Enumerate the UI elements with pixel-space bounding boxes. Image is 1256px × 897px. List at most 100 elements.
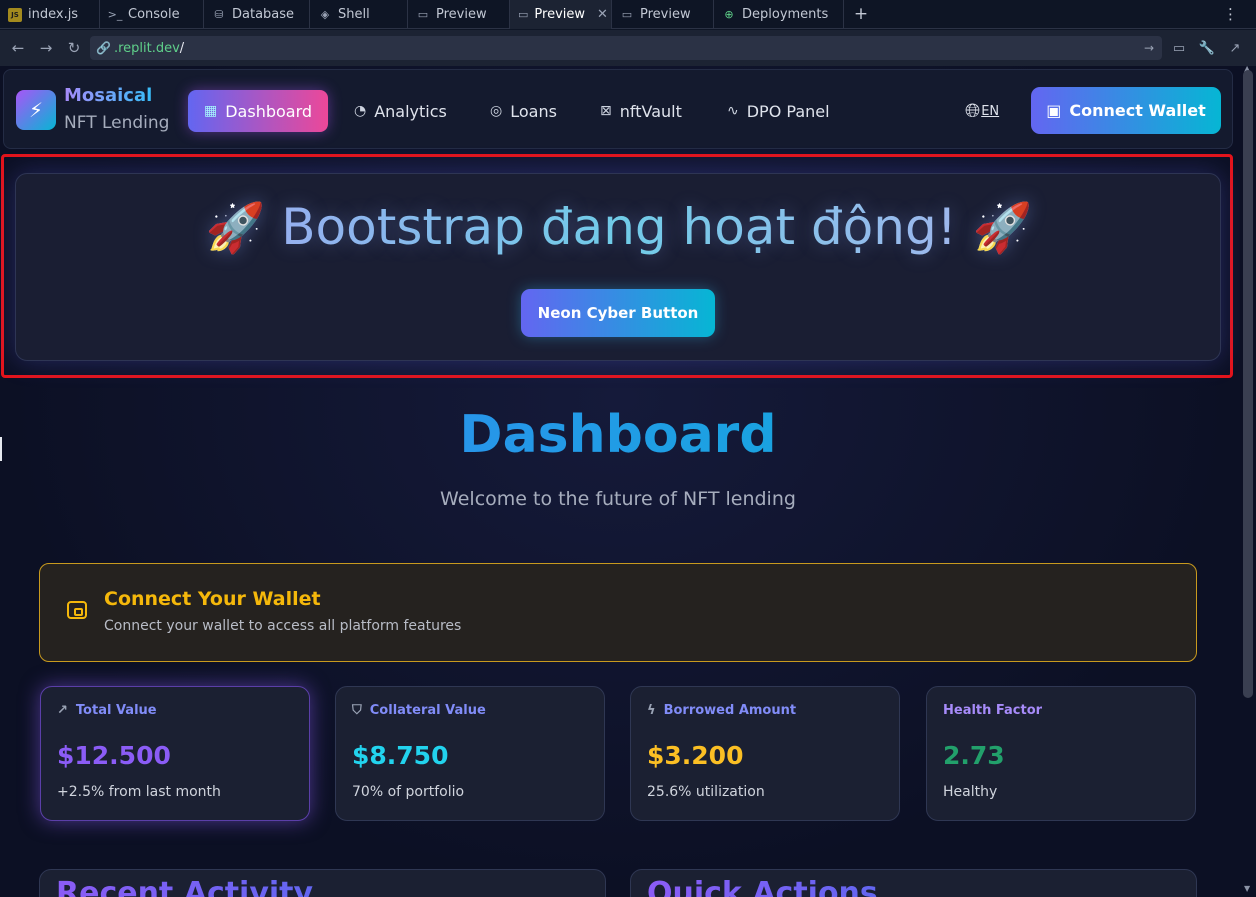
stat-note: 70% of portfolio bbox=[352, 784, 465, 800]
tab-label: index.js bbox=[28, 7, 79, 22]
tab-console[interactable]: >_ Console bbox=[100, 0, 204, 29]
back-arrow-icon[interactable]: ← bbox=[4, 34, 32, 62]
nav-dashboard-label: Dashboard bbox=[225, 101, 313, 121]
stat-note: +2.5% from last month bbox=[57, 784, 221, 800]
nav-nftvault[interactable]: ⊠ nftVault bbox=[600, 90, 682, 132]
lightning-icon: ϟ bbox=[647, 703, 656, 718]
hero-title-text: Bootstrap đang hoạt động! bbox=[281, 198, 957, 256]
tab-index-js[interactable]: JS index.js bbox=[0, 0, 100, 29]
monitor-icon: ▭ bbox=[518, 8, 529, 21]
quick-actions-panel: Quick Actions bbox=[630, 869, 1197, 897]
more-options-icon[interactable]: ⋮ bbox=[1223, 5, 1238, 23]
rocket-icon: 🚀 bbox=[205, 200, 266, 256]
vertical-scrollbar[interactable]: ▲ ▼ bbox=[1240, 64, 1256, 897]
pie-chart-icon: ◔ bbox=[354, 103, 367, 119]
shield-icon: ⛉ bbox=[352, 703, 362, 718]
add-tab-button[interactable]: + bbox=[844, 0, 878, 28]
stat-label: Collateral Value bbox=[369, 703, 486, 718]
panel-title: Quick Actions bbox=[647, 876, 878, 897]
stat-label: Health Factor bbox=[943, 703, 1043, 718]
forward-arrow-icon[interactable]: → bbox=[32, 34, 60, 62]
stat-label: Total Value bbox=[75, 703, 157, 718]
tab-database[interactable]: ⛁ Database bbox=[204, 0, 310, 29]
activity-icon: ∿ bbox=[727, 103, 739, 119]
stat-value: $12.500 bbox=[57, 741, 171, 770]
tab-label: Preview bbox=[436, 7, 487, 22]
wallet-icon: ▣ bbox=[1046, 101, 1062, 120]
notice-text: Connect your wallet to access all platfo… bbox=[104, 618, 462, 634]
vault-icon: ⊠ bbox=[600, 103, 612, 119]
neon-cyber-button[interactable]: Neon Cyber Button bbox=[521, 289, 715, 337]
page-title: Dashboard bbox=[0, 405, 1236, 465]
stat-label: Borrowed Amount bbox=[663, 703, 797, 718]
nav-nftvault-label: nftVault bbox=[619, 101, 682, 121]
shell-icon: ◈ bbox=[320, 8, 330, 21]
stat-card-header: ↗ Total Value bbox=[57, 703, 157, 718]
url-input[interactable]: 🔗 .replit.dev / → bbox=[90, 36, 1162, 60]
coins-icon: ◎ bbox=[490, 103, 503, 119]
trending-up-icon: ↗ bbox=[57, 703, 68, 718]
stat-value: $8.750 bbox=[352, 741, 449, 770]
terminal-icon: >_ bbox=[107, 8, 123, 21]
scroll-down-icon[interactable]: ▼ bbox=[1244, 884, 1250, 893]
deploy-icon: ⊕ bbox=[724, 8, 734, 21]
rocket-icon: 🚀 bbox=[972, 200, 1033, 256]
stat-card-header: Health Factor bbox=[943, 703, 1042, 718]
stat-card-header: ⛉ Collateral Value bbox=[352, 703, 486, 718]
stat-card-collateral-value: ⛉ Collateral Value $8.750 70% of portfol… bbox=[335, 686, 605, 821]
devices-icon[interactable]: ▭ bbox=[1168, 37, 1190, 59]
external-link-icon[interactable]: ↗ bbox=[1224, 37, 1246, 59]
tab-label: Console bbox=[128, 7, 180, 22]
monitor-icon: ▭ bbox=[417, 8, 429, 21]
lightning-logo-icon: ⚡ bbox=[16, 90, 56, 130]
wallet-icon bbox=[67, 601, 87, 619]
panel-title: Recent Activity bbox=[56, 876, 313, 897]
language-code: EN bbox=[981, 103, 1000, 119]
stat-card-total-value: ↗ Total Value $12.500 +2.5% from last mo… bbox=[40, 686, 310, 821]
notice-title: Connect Your Wallet bbox=[104, 588, 321, 610]
close-icon[interactable]: ✕ bbox=[597, 7, 608, 22]
stat-value: 2.73 bbox=[943, 741, 1005, 770]
connect-wallet-button[interactable]: ▣ Connect Wallet bbox=[1031, 87, 1221, 134]
tab-shell[interactable]: ◈ Shell bbox=[310, 0, 408, 29]
url-domain: .replit.dev bbox=[113, 40, 180, 56]
connect-wallet-label: Connect Wallet bbox=[1069, 101, 1206, 120]
js-file-icon: JS bbox=[8, 7, 22, 22]
go-arrow-icon[interactable]: → bbox=[1144, 41, 1154, 55]
recent-activity-panel: Recent Activity bbox=[39, 869, 606, 897]
stat-card-health-factor: Health Factor 2.73 Healthy bbox=[926, 686, 1196, 821]
nav-dashboard[interactable]: ▦ Dashboard bbox=[188, 90, 329, 132]
stat-value: $3.200 bbox=[647, 741, 744, 770]
stat-card-borrowed-amount: ϟ Borrowed Amount $3.200 25.6% utilizati… bbox=[630, 686, 900, 821]
nav-dpo-panel[interactable]: ∿ DPO Panel bbox=[727, 90, 830, 132]
brand-subtitle: NFT Lending bbox=[64, 113, 170, 133]
ide-tab-bar: JS index.js >_ Console ⛁ Database ◈ Shel… bbox=[0, 0, 1256, 29]
page-subtitle: Welcome to the future of NFT lending bbox=[440, 488, 796, 510]
monitor-icon: ▭ bbox=[621, 8, 633, 21]
connect-wallet-notice: Connect Your Wallet Connect your wallet … bbox=[39, 563, 1197, 662]
database-icon: ⛁ bbox=[214, 8, 224, 21]
tab-label: Preview bbox=[640, 7, 691, 22]
tab-preview-2[interactable]: ▭ Preview ✕ bbox=[510, 0, 612, 29]
text-cursor bbox=[0, 437, 2, 461]
reload-icon[interactable]: ↻ bbox=[60, 34, 88, 62]
wrench-icon[interactable]: 🔧 bbox=[1196, 37, 1218, 59]
scrollbar-thumb[interactable] bbox=[1243, 70, 1253, 698]
grid-icon: ▦ bbox=[204, 103, 218, 119]
brand-name: Mosaical bbox=[64, 85, 153, 106]
app-navbar: ⚡ Mosaical NFT Lending ▦ Dashboard ◔ Ana… bbox=[3, 69, 1233, 149]
tab-deployments[interactable]: ⊕ Deployments bbox=[714, 0, 844, 29]
nav-loans-label: Loans bbox=[510, 101, 557, 121]
tab-label: Database bbox=[232, 7, 295, 22]
tab-preview-3[interactable]: ▭ Preview bbox=[612, 0, 714, 29]
bootstrap-hero-card: 🚀 Bootstrap đang hoạt động! 🚀 Neon Cyber… bbox=[15, 173, 1221, 361]
tab-preview-1[interactable]: ▭ Preview bbox=[408, 0, 510, 29]
url-path: / bbox=[179, 40, 185, 56]
stat-note: 25.6% utilization bbox=[647, 784, 765, 800]
tab-label: Deployments bbox=[742, 7, 829, 22]
nav-loans[interactable]: ◎ Loans bbox=[490, 90, 557, 132]
language-switcher[interactable]: 🌐︎ EN bbox=[965, 100, 999, 122]
globe-icon: 🌐︎ bbox=[965, 100, 981, 122]
hero-title: 🚀 Bootstrap đang hoạt động! 🚀 bbox=[16, 198, 1222, 256]
nav-analytics[interactable]: ◔ Analytics bbox=[354, 90, 447, 132]
